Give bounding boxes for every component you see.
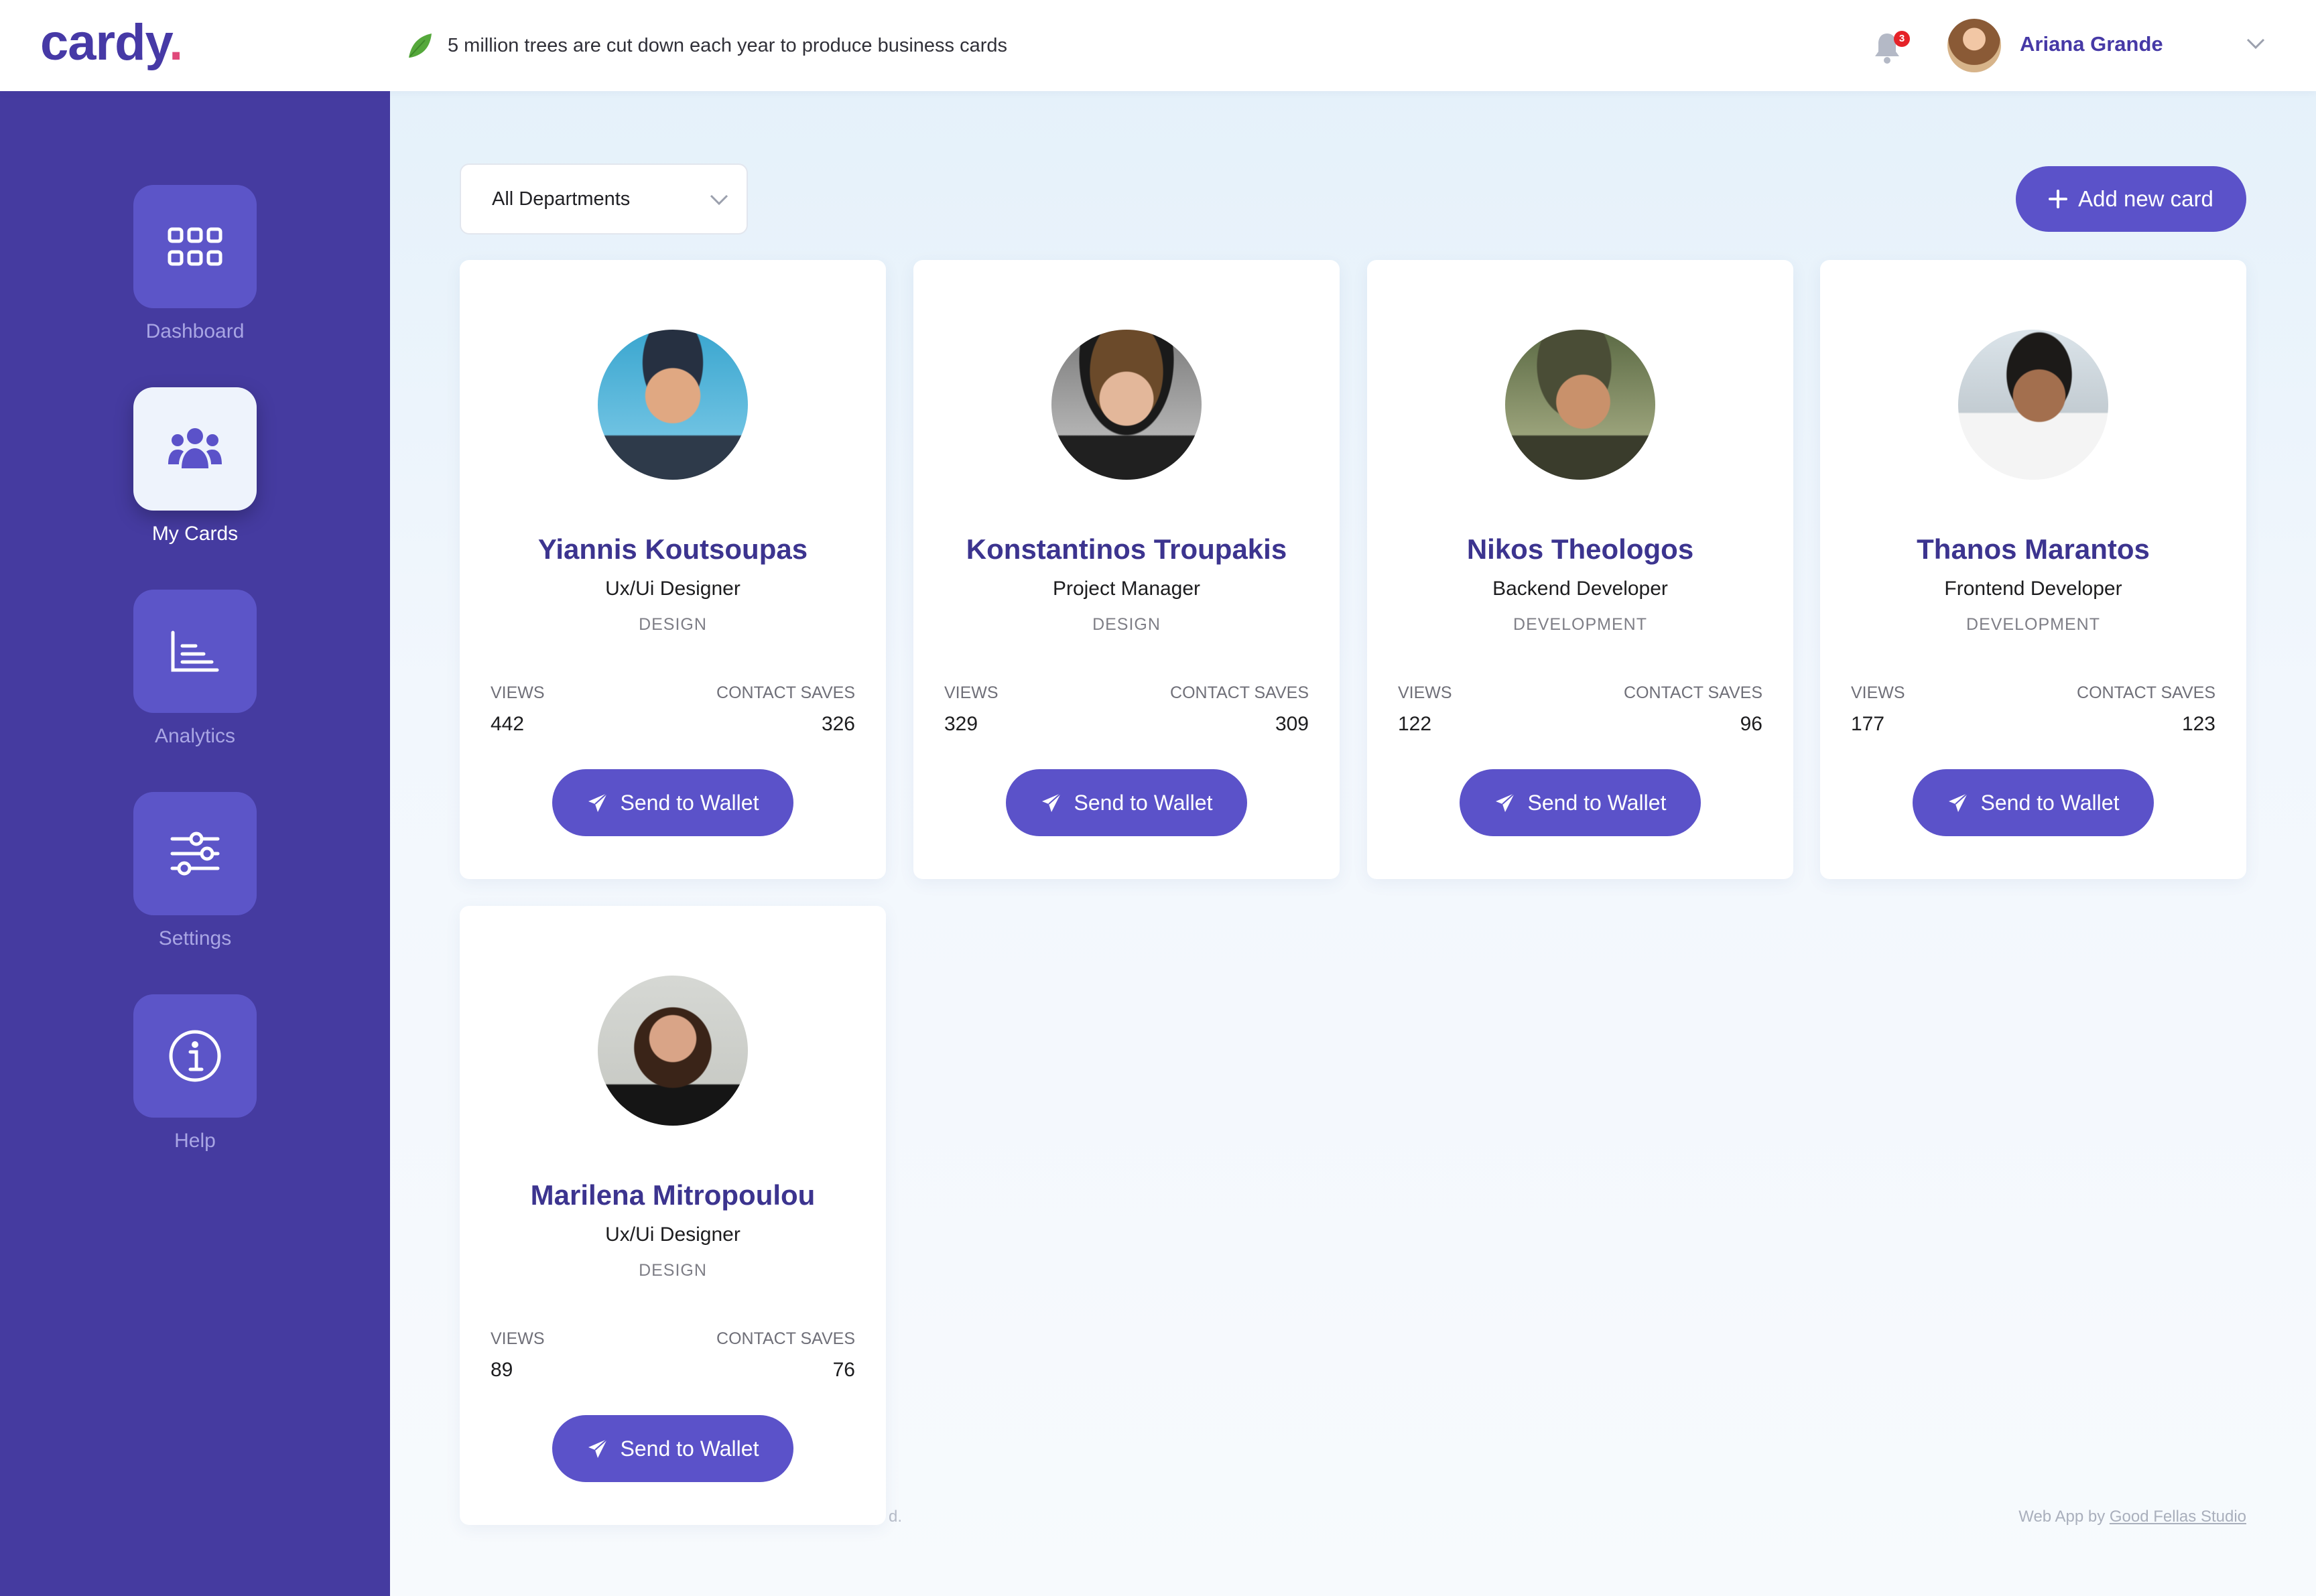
notification-badge: 3 (1894, 31, 1910, 47)
views-value: 89 (491, 1359, 513, 1381)
send-to-wallet-button[interactable]: Send to Wallet (1006, 769, 1247, 836)
employee-name: Konstantinos Troupakis (966, 533, 1287, 565)
eco-tip-text: 5 million trees are cut down each year t… (448, 34, 1007, 56)
views-value: 122 (1398, 713, 1432, 735)
send-to-wallet-label: Send to Wallet (1527, 790, 1667, 815)
analytics-button[interactable] (133, 590, 257, 713)
send-to-wallet-label: Send to Wallet (620, 790, 759, 815)
employee-card[interactable]: Yiannis Koutsoupas Ux/Ui Designer DESIGN… (460, 260, 886, 879)
employee-role: Frontend Developer (1944, 578, 2122, 600)
employee-photo (1958, 330, 2108, 480)
top-bar: cardy. 5 million trees are cut down each… (0, 0, 2316, 91)
contact-saves-label: CONTACT SAVES (1170, 683, 1309, 702)
sidebar-item-label: My Cards (151, 523, 239, 545)
studio-link[interactable]: Good Fellas Studio (2110, 1508, 2246, 1526)
employee-name: Nikos Theologos (1466, 533, 1694, 565)
contact-saves-value: 96 (1740, 713, 1762, 735)
employee-role: Ux/Ui Designer (605, 578, 741, 600)
add-new-card-button[interactable]: Add new card (2016, 166, 2246, 232)
paper-plane-icon (1041, 793, 1062, 812)
send-to-wallet-label: Send to Wallet (620, 1436, 759, 1461)
employee-role: Project Manager (1052, 578, 1201, 600)
sidebar-item-dashboard[interactable]: Dashboard (0, 185, 390, 343)
views-label: VIEWS (944, 683, 999, 702)
employee-name: Yiannis Koutsoupas (537, 533, 808, 565)
sidebar-item-help[interactable]: Help (0, 994, 390, 1152)
contact-saves-value: 76 (832, 1359, 855, 1381)
paper-plane-icon (588, 793, 608, 812)
dashboard-button[interactable] (133, 185, 257, 308)
paper-plane-icon (588, 1439, 608, 1458)
sidebar-item-settings[interactable]: Settings (0, 792, 390, 950)
views-label: VIEWS (491, 1329, 545, 1348)
chart-icon (171, 630, 219, 672)
sidebar-item-label: Help (174, 1130, 216, 1152)
sidebar-item-analytics[interactable]: Analytics (0, 590, 390, 748)
employee-photo (598, 330, 748, 480)
user-name[interactable]: Ariana Grande (2020, 32, 2163, 56)
info-icon (169, 1030, 221, 1082)
employee-photo (1505, 330, 1655, 480)
views-label: VIEWS (491, 683, 545, 702)
employee-name: Thanos Marantos (1917, 533, 2150, 565)
credits-text: Web App by Good Fellas Studio (2018, 1508, 2246, 1526)
employee-role: Backend Developer (1492, 578, 1668, 600)
sliders-icon (170, 832, 220, 876)
paper-plane-icon (1495, 793, 1515, 812)
sidebar-item-label: Dashboard (145, 320, 245, 342)
employee-department: DESIGN (639, 615, 707, 634)
chevron-down-icon[interactable] (2245, 36, 2266, 51)
department-select-value: All Departments (492, 188, 631, 210)
employee-card[interactable]: Konstantinos Troupakis Project Manager D… (913, 260, 1340, 879)
employee-department: DEVELOPMENT (1966, 615, 2100, 634)
send-to-wallet-button[interactable]: Send to Wallet (1460, 769, 1701, 836)
employee-name: Marilena Mitropoulou (530, 1179, 816, 1211)
send-to-wallet-button[interactable]: Send to Wallet (552, 769, 793, 836)
send-to-wallet-button[interactable]: Send to Wallet (1913, 769, 2154, 836)
employee-card[interactable]: Nikos Theologos Backend Developer DEVELO… (1367, 260, 1793, 879)
settings-button[interactable] (133, 792, 257, 915)
grid-icon (168, 227, 222, 266)
employee-role: Ux/Ui Designer (605, 1223, 741, 1246)
send-to-wallet-label: Send to Wallet (1074, 790, 1213, 815)
employee-card[interactable]: Marilena Mitropoulou Ux/Ui Designer DESI… (460, 906, 886, 1525)
contact-saves-label: CONTACT SAVES (1624, 683, 1762, 702)
leaf-icon (409, 34, 432, 58)
send-to-wallet-label: Send to Wallet (1980, 790, 2120, 815)
help-button[interactable] (133, 994, 257, 1118)
plus-icon (2049, 190, 2068, 208)
eco-tip: 5 million trees are cut down each year t… (405, 31, 1007, 60)
paper-plane-icon (1948, 793, 1968, 812)
employee-department: DESIGN (1092, 615, 1161, 634)
user-avatar[interactable] (1947, 19, 2001, 72)
sidebar: Dashboard My Cards Analytics Settings He… (0, 91, 390, 1596)
views-value: 329 (944, 713, 978, 735)
my-cards-button[interactable] (133, 387, 257, 511)
employee-card[interactable]: Thanos Marantos Frontend Developer DEVEL… (1820, 260, 2246, 879)
sidebar-item-label: Settings (158, 927, 232, 949)
views-label: VIEWS (1851, 683, 1905, 702)
employee-photo (1051, 330, 1202, 480)
contact-saves-label: CONTACT SAVES (2077, 683, 2215, 702)
views-label: VIEWS (1398, 683, 1452, 702)
contact-saves-value: 326 (821, 713, 855, 735)
sidebar-item-label: Analytics (154, 725, 236, 747)
contact-saves-label: CONTACT SAVES (716, 683, 855, 702)
cardy-logo[interactable]: cardy. (40, 13, 183, 72)
views-value: 442 (491, 713, 525, 735)
users-icon (168, 428, 222, 468)
views-value: 177 (1851, 713, 1885, 735)
contact-saves-value: 123 (2181, 713, 2215, 735)
chevron-down-icon (710, 194, 728, 206)
send-to-wallet-button[interactable]: Send to Wallet (552, 1415, 793, 1482)
sidebar-item-my-cards[interactable]: My Cards (0, 387, 390, 545)
add-new-card-label: Add new card (2078, 186, 2213, 211)
employee-department: DESIGN (639, 1261, 707, 1280)
employee-department: DEVELOPMENT (1513, 615, 1647, 634)
contact-saves-label: CONTACT SAVES (716, 1329, 855, 1348)
employee-photo (598, 976, 748, 1126)
department-select[interactable]: All Departments (460, 163, 748, 235)
contact-saves-value: 309 (1275, 713, 1309, 735)
